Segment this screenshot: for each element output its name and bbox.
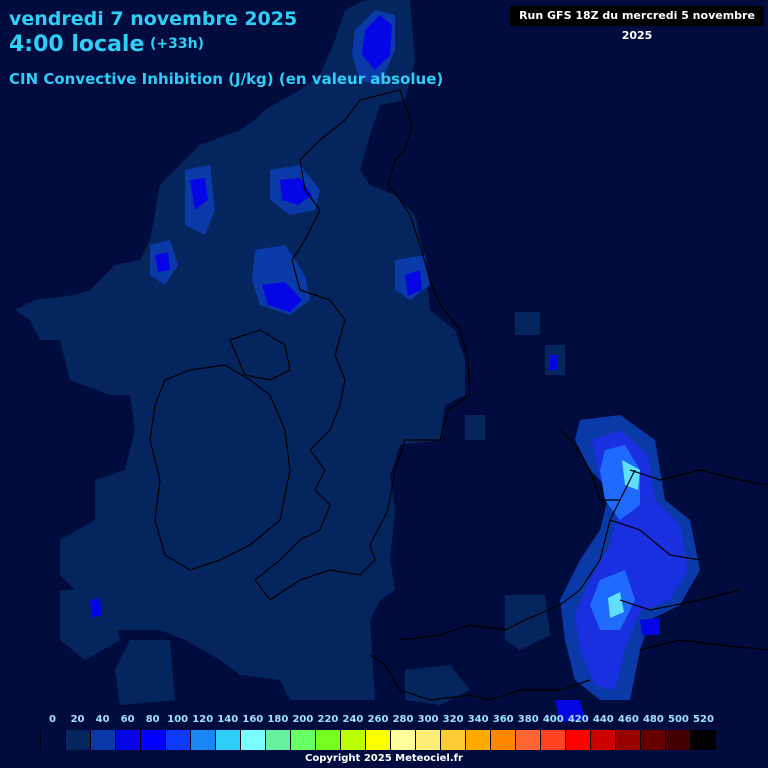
legend-tick-label: 200 [292, 714, 314, 725]
legend-tick-label: 360 [492, 714, 514, 725]
cin-forecast-map [0, 0, 768, 768]
forecast-local-time: 4:00 locale [9, 32, 145, 57]
legend-swatch [266, 730, 291, 750]
legend-ticks: 0 20 40 60 80 100 120 140 160 180 200 220 240 260 280 3… [40, 714, 716, 728]
legend-swatch [316, 730, 341, 750]
legend-tick-label: 280 [392, 714, 414, 725]
legend-tick-label: 460 [617, 714, 639, 725]
legend-swatch [141, 730, 166, 750]
legend-tick-label: 100 [167, 714, 189, 725]
legend-tick-label: 400 [542, 714, 564, 725]
legend-tick-label: 120 [192, 714, 214, 725]
legend-tick-label: 40 [95, 714, 110, 725]
parameter-title: CIN Convective Inhibition (J/kg) (en val… [9, 70, 444, 88]
legend-tick-label: 60 [120, 714, 135, 725]
legend-tick-label: 340 [467, 714, 489, 725]
legend-swatch [241, 730, 266, 750]
legend-swatch [341, 730, 366, 750]
legend-swatch [40, 730, 66, 750]
legend-tick-label: 240 [342, 714, 364, 725]
legend-tick-label: 420 [567, 714, 589, 725]
legend-swatch [591, 730, 616, 750]
legend-tick-label: 80 [145, 714, 160, 725]
legend-swatch [66, 730, 91, 750]
forecast-date: vendredi 7 novembre 2025 [9, 8, 298, 30]
legend-swatch [566, 730, 591, 750]
legend-swatch [641, 730, 666, 750]
legend-swatch [541, 730, 566, 750]
legend-swatch [616, 730, 641, 750]
legend-swatch [466, 730, 491, 750]
legend-tick-label: 440 [592, 714, 614, 725]
legend-swatch [191, 730, 216, 750]
legend-swatch [441, 730, 466, 750]
legend-swatch [666, 730, 691, 750]
legend-tick-label: 380 [517, 714, 539, 725]
legend-tick-label: 500 [668, 714, 689, 725]
legend-swatch [691, 730, 716, 750]
legend-tick-label: 220 [317, 714, 339, 725]
legend-tick-label: 320 [442, 714, 464, 725]
legend-tick-label: 0 [49, 714, 56, 725]
legend-tick-label: 260 [367, 714, 389, 725]
legend-tick-label: 180 [267, 714, 289, 725]
legend-swatch [216, 730, 241, 750]
legend-swatch [166, 730, 191, 750]
copyright-text: Copyright 2025 Meteociel.fr [305, 753, 463, 764]
model-run-label: Run GFS 18Z du mercredi 5 novembre 2025 [510, 6, 764, 42]
legend-tick-label: 300 [417, 714, 439, 725]
color-scale-legend [40, 730, 716, 750]
legend-tick-label: 480 [642, 714, 664, 725]
legend-swatch [491, 730, 516, 750]
legend-swatch [366, 730, 391, 750]
legend-tick-label: 20 [70, 714, 85, 725]
legend-swatch [116, 730, 141, 750]
legend-swatch [291, 730, 316, 750]
legend-tick-label: 160 [242, 714, 264, 725]
legend-swatch [516, 730, 541, 750]
legend-swatch [416, 730, 441, 750]
legend-swatch [391, 730, 416, 750]
legend-swatch [91, 730, 116, 750]
forecast-offset: (+33h) [150, 36, 204, 52]
legend-tick-label: 140 [217, 714, 239, 725]
legend-tick-label: 520 [693, 714, 714, 725]
